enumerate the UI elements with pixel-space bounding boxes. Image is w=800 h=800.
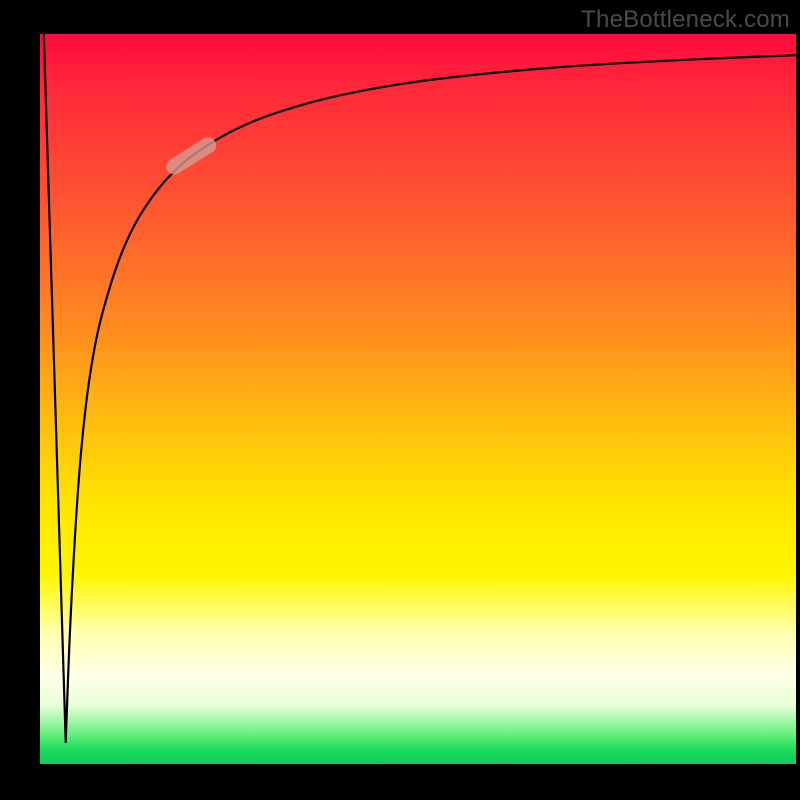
bottleneck-plot: [40, 34, 796, 764]
bottleneck-curve: [44, 34, 796, 742]
highlight-marker: [163, 134, 219, 177]
curve-layer: [40, 34, 796, 764]
chart-frame: TheBottleneck.com: [0, 0, 800, 800]
attribution-text: TheBottleneck.com: [581, 6, 790, 34]
